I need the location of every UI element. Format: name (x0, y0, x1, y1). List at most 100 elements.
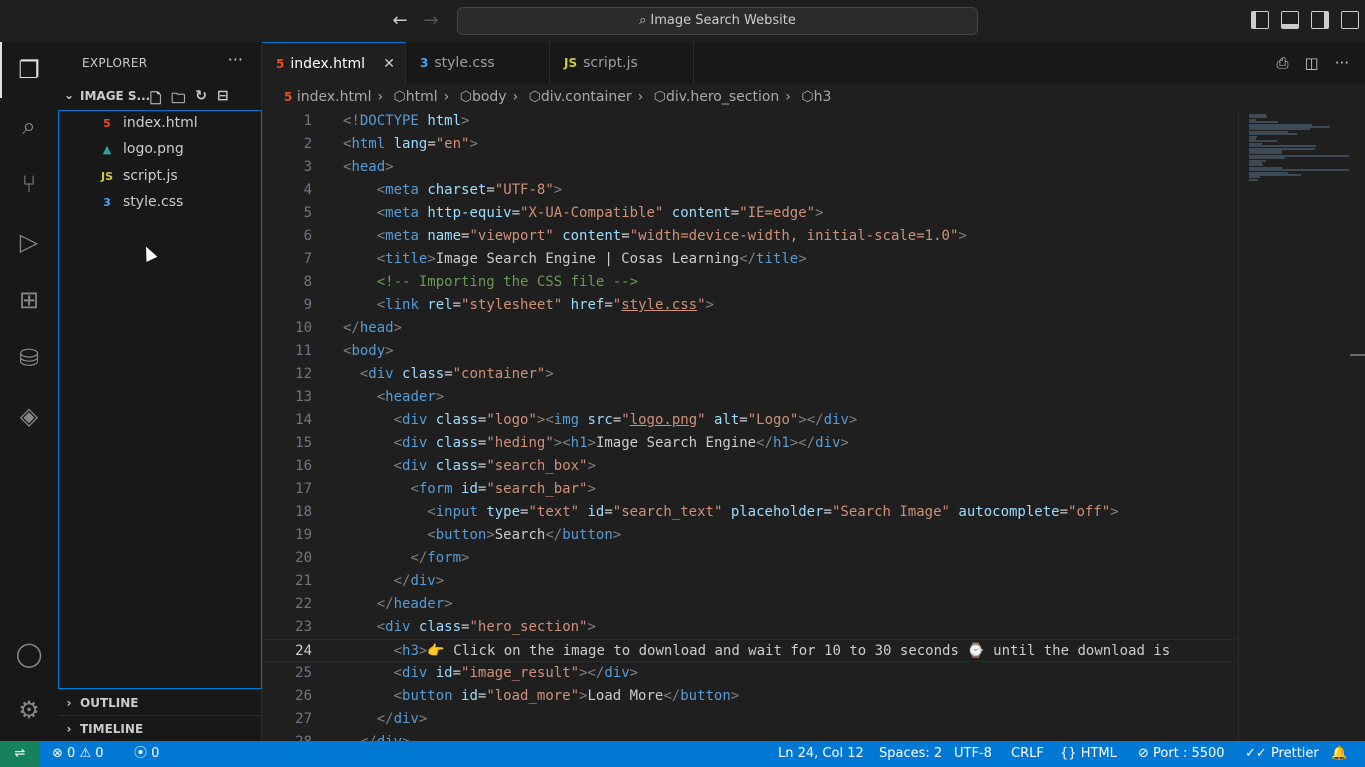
code-line[interactable]: 2 <html lang="en"> (262, 133, 1238, 156)
new-file-icon[interactable]: 🗋 (150, 88, 161, 112)
run-debug-icon[interactable]: ▷ (13, 226, 45, 258)
code-line[interactable]: 22 </header> (262, 593, 1238, 616)
language-mode[interactable]: {} HTML (1060, 741, 1117, 767)
more-actions-icon[interactable]: ··· (228, 50, 243, 69)
minimap[interactable] (1238, 110, 1350, 741)
live-server-port[interactable]: ⊘ Port : 5500 (1138, 741, 1225, 767)
code-line[interactable]: 24 <h3>👉 Click on the image to download … (262, 639, 1238, 662)
code-line[interactable]: 10 </head> (262, 317, 1238, 340)
code-line[interactable]: 3 <head> (262, 156, 1238, 179)
file-item-style-css[interactable]: 3 style.css (99, 190, 183, 214)
code-line[interactable]: 26 <button id="load_more">Load More</but… (262, 685, 1238, 708)
breadcrumb-item[interactable]: h3 (814, 89, 832, 105)
database-icon[interactable]: ⛁ (13, 342, 45, 374)
code-token: type (486, 504, 521, 520)
layers-icon[interactable]: ◈ (13, 400, 45, 432)
code-line[interactable]: 14 <div class="logo"><img src="logo.png"… (262, 409, 1238, 432)
breadcrumb-item[interactable]: index.html (297, 89, 372, 105)
code-line[interactable]: 25 <div id="image_result"></div> (262, 662, 1238, 685)
code-line[interactable]: 1 <!DOCTYPE html> (262, 110, 1238, 133)
encoding[interactable]: UTF-8 (954, 741, 992, 767)
code-line[interactable]: 17 <form id="search_bar"> (262, 478, 1238, 501)
customize-layout-icon[interactable] (1341, 11, 1359, 29)
split-editor-icon[interactable]: ◫ (1305, 54, 1319, 72)
forward-arrow-icon[interactable]: → (420, 10, 442, 32)
code-line[interactable]: 6 <meta name="viewport" content="width=d… (262, 225, 1238, 248)
code-text: <input type="text" id="search_text" plac… (343, 501, 1118, 524)
timeline-section[interactable]: › TIMELINE (58, 715, 262, 741)
tab-style-css[interactable]: 3 style.css (406, 42, 550, 84)
file-item-logo-png[interactable]: ▲ logo.png (99, 137, 184, 161)
code-editor[interactable]: 1 <!DOCTYPE html> 2 <html lang="en"> 3 <head>… (262, 110, 1238, 741)
command-center-search[interactable]: ⌕ Image Search Website (457, 7, 978, 35)
tab-index-html[interactable]: 5 index.html ✕ (262, 42, 406, 84)
code-line[interactable]: 9 <link rel="stylesheet" href="style.css… (262, 294, 1238, 317)
code-text: <head> (343, 156, 394, 179)
code-token: < (393, 643, 403, 659)
cursor-position[interactable]: Ln 24, Col 12 (778, 741, 864, 767)
end-of-line[interactable]: CRLF (1011, 741, 1044, 767)
code-token: Search (494, 527, 546, 543)
file-item-index-html[interactable]: 5 index.html (99, 111, 197, 135)
notifications-bell-icon[interactable]: 🔔 (1331, 741, 1347, 767)
code-line[interactable]: 13 <header> (262, 386, 1238, 409)
code-line[interactable]: 11 <body> (262, 340, 1238, 363)
indentation[interactable]: Spaces: 2 (879, 741, 942, 767)
code-line[interactable]: 5 <meta http-equiv="X-UA-Compatible" con… (262, 202, 1238, 225)
code-line[interactable]: 27 </div> (262, 708, 1238, 731)
problems-status[interactable]: ⊗ 0 ⚠ 0 (52, 741, 104, 767)
code-line[interactable]: 23 <div class="hero_section"> (262, 616, 1238, 639)
source-control-icon[interactable]: ⑂ (13, 168, 45, 200)
explorer-files-icon[interactable]: ❐ (13, 54, 45, 86)
tab-script-js[interactable]: JS script.js (550, 42, 694, 84)
html-file-icon: 5 (103, 117, 111, 130)
search-icon: ⌕ (639, 13, 647, 28)
ports-status[interactable]: ⦿ 0 (134, 741, 159, 767)
refresh-icon[interactable]: ↻ (195, 88, 207, 112)
code-text: <meta http-equiv="X-UA-Compatible" conte… (343, 202, 824, 225)
outline-section[interactable]: › OUTLINE (58, 689, 262, 715)
code-line[interactable]: 7 <title>Image Search Engine | Cosas Lea… (262, 248, 1238, 271)
html-file-icon: 5 (276, 57, 285, 71)
vertical-scrollbar[interactable] (1350, 110, 1365, 741)
code-line[interactable]: 21 </div> (262, 570, 1238, 593)
file-item-script-js[interactable]: JS script.js (99, 164, 178, 188)
search-icon[interactable]: ⌕ (13, 110, 45, 142)
settings-gear-icon[interactable]: ⚙ (13, 694, 45, 726)
code-text: </div> (343, 731, 411, 741)
toggle-panel-icon[interactable] (1281, 11, 1299, 29)
breadcrumb-item[interactable]: body (472, 89, 507, 105)
remote-indicator-icon[interactable]: ⇌ (0, 741, 40, 767)
breadcrumb-item[interactable]: div.container (541, 89, 632, 105)
close-icon[interactable]: ✕ (383, 43, 395, 85)
code-line[interactable]: 4 <meta charset="UTF-8"> (262, 179, 1238, 202)
print-icon[interactable]: ⎙ (1276, 54, 1288, 72)
code-token: "search_bar" (486, 481, 588, 497)
accounts-icon[interactable]: ◯ (13, 638, 45, 670)
prettier-status[interactable]: ✓✓ Prettier (1245, 741, 1319, 767)
code-token: Load More (587, 688, 664, 704)
collapse-all-icon[interactable]: ⊟ (217, 88, 229, 112)
toggle-primary-sidebar-icon[interactable] (1251, 11, 1269, 29)
new-folder-icon[interactable]: 🗀 (171, 88, 185, 112)
code-line[interactable]: 20 </form> (262, 547, 1238, 570)
breadcrumb-item[interactable]: div.hero_section (666, 89, 779, 105)
code-line[interactable]: 19 <button>Search</button> (262, 524, 1238, 547)
back-arrow-icon[interactable]: ← (389, 10, 411, 32)
code-line[interactable]: 12 <div class="container"> (262, 363, 1238, 386)
code-token: < (376, 297, 386, 313)
code-line[interactable]: 8 <!-- Importing the CSS file --> (262, 271, 1238, 294)
code-token: > (587, 435, 596, 451)
code-line[interactable]: 15 <div class="heding"><h1>Image Search … (262, 432, 1238, 455)
code-line[interactable]: 18 <input type="text" id="search_text" p… (262, 501, 1238, 524)
code-line[interactable]: 16 <div class="search_box"> (262, 455, 1238, 478)
breadcrumb-item[interactable]: html (406, 89, 438, 105)
more-actions-icon[interactable]: ··· (1335, 54, 1349, 72)
toggle-secondary-sidebar-icon[interactable] (1311, 11, 1329, 29)
code-token: "IE=edge" (739, 205, 816, 221)
workspace-folder-header[interactable]: ⌄ IMAGE S... 🗋 🗀 ↻ ⊟ (58, 86, 262, 108)
extensions-icon[interactable]: ⊞ (13, 284, 45, 316)
code-line[interactable]: 28 </div> (262, 731, 1238, 741)
